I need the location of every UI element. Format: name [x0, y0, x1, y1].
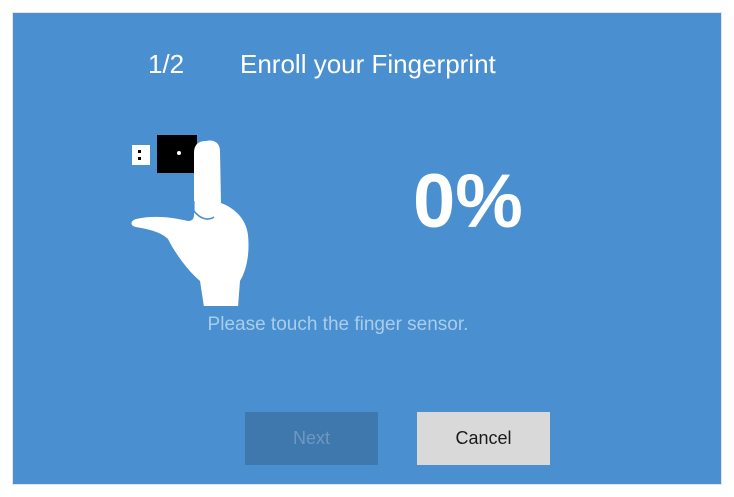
status-message: Please touch the finger sensor. — [207, 314, 469, 335]
fingerprint-enroll-dialog: 1/2 Enroll your Fingerprint 0% Please to… — [13, 13, 721, 484]
cancel-button[interactable]: Cancel — [417, 412, 550, 465]
dialog-title: Enroll your Fingerprint — [240, 49, 496, 79]
next-button[interactable]: Next — [245, 412, 378, 465]
finger-on-usb-sensor-icon — [131, 135, 249, 306]
progress-percentage: 0% — [413, 159, 523, 244]
step-indicator: 1/2 — [148, 49, 185, 79]
